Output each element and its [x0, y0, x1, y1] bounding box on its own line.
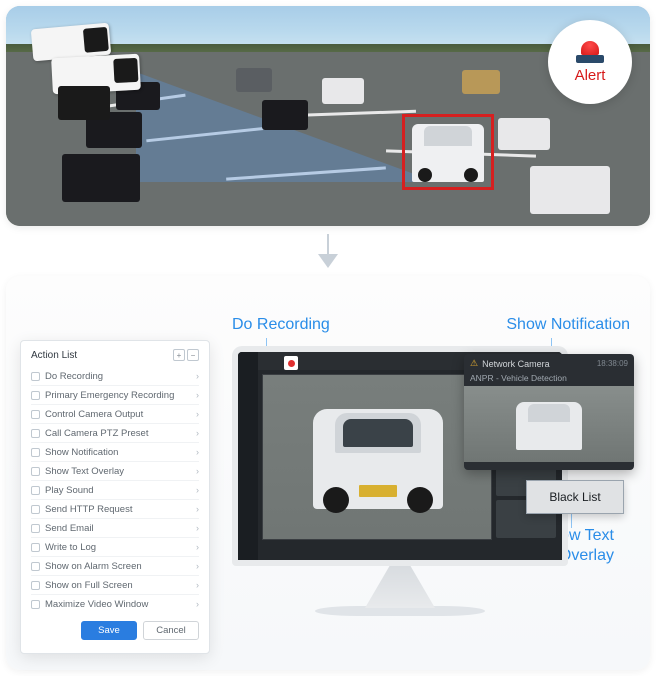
chevron-right-icon: › — [196, 447, 199, 457]
checkbox[interactable] — [31, 429, 40, 438]
vehicle — [530, 166, 610, 214]
add-action-button[interactable]: + — [173, 349, 185, 361]
cancel-button[interactable]: Cancel — [143, 621, 199, 640]
action-list-title: Action List — [31, 350, 77, 361]
action-item-label: Call Camera PTZ Preset — [45, 428, 196, 439]
chevron-right-icon: › — [196, 428, 199, 438]
vehicle — [236, 68, 272, 92]
save-button[interactable]: Save — [81, 621, 137, 640]
lens-icon — [113, 58, 138, 83]
action-list-dialog: Action List + − Do Recording›Primary Eme… — [20, 340, 210, 654]
checkbox[interactable] — [31, 372, 40, 381]
highway-detection-scene: Alert — [6, 6, 650, 226]
action-item-label: Do Recording — [45, 371, 196, 382]
action-list-item[interactable]: Write to Log› — [31, 538, 199, 557]
record-icon — [288, 360, 295, 367]
action-list-item[interactable]: Primary Emergency Recording› — [31, 386, 199, 405]
notification-time: 18:38:09 — [597, 359, 628, 368]
notification-popup[interactable]: ⚠ Network Camera 18:38:09 ANPR - Vehicle… — [464, 354, 634, 470]
action-item-label: Show Notification — [45, 447, 196, 458]
monitor-stand — [365, 566, 435, 608]
notification-title: Network Camera — [482, 359, 550, 369]
record-button[interactable] — [284, 356, 298, 370]
action-list-header: Action List + − — [31, 349, 199, 361]
action-list-item[interactable]: Do Recording› — [31, 367, 199, 386]
chevron-right-icon: › — [196, 466, 199, 476]
alert-badge: Alert — [548, 20, 632, 104]
chevron-right-icon: › — [196, 485, 199, 495]
action-list-item[interactable]: Show Text Overlay› — [31, 462, 199, 481]
remove-action-button[interactable]: − — [187, 349, 199, 361]
vehicle — [462, 70, 500, 94]
alarm-actions-scene: Do Recording Show Notification Show Text… — [6, 276, 650, 670]
checkbox[interactable] — [31, 600, 40, 609]
action-item-label: Play Sound — [45, 485, 196, 496]
action-list-item[interactable]: Send Email› — [31, 519, 199, 538]
callout-leader — [571, 514, 572, 528]
text-overlay-badge: Black List — [526, 480, 624, 514]
snapshot-vehicle — [516, 402, 582, 450]
checkbox[interactable] — [31, 391, 40, 400]
license-plate — [359, 485, 397, 497]
action-list-item[interactable]: Show on Full Screen› — [31, 576, 199, 595]
chevron-right-icon: › — [196, 523, 199, 533]
action-item-label: Show on Full Screen — [45, 580, 196, 591]
chevron-right-icon: › — [196, 542, 199, 552]
action-item-label: Send Email — [45, 523, 196, 534]
action-list-item[interactable]: Maximize Video Window› — [31, 595, 199, 613]
black-list-label: Black List — [549, 490, 600, 504]
chevron-right-icon: › — [196, 561, 199, 571]
anpr-cameras — [14, 14, 164, 124]
app-sidebar — [238, 352, 258, 560]
checkbox[interactable] — [31, 448, 40, 457]
checkbox[interactable] — [31, 410, 40, 419]
checkbox[interactable] — [31, 467, 40, 476]
checkbox[interactable] — [31, 486, 40, 495]
chevron-right-icon: › — [196, 371, 199, 381]
lens-icon — [83, 27, 109, 53]
chevron-right-icon: › — [196, 390, 199, 400]
live-video-tile[interactable] — [262, 374, 492, 540]
action-item-label: Show Text Overlay — [45, 466, 196, 477]
action-list-item[interactable]: Show Notification› — [31, 443, 199, 462]
checkbox[interactable] — [31, 505, 40, 514]
alert-label: Alert — [575, 67, 606, 84]
action-item-label: Primary Emergency Recording — [45, 390, 196, 401]
action-item-label: Send HTTP Request — [45, 504, 196, 515]
action-item-label: Control Camera Output — [45, 409, 196, 420]
notification-snapshot — [464, 386, 634, 462]
action-list-item[interactable]: Show on Alarm Screen› — [31, 557, 199, 576]
vehicle — [498, 118, 550, 150]
siren-icon — [576, 41, 604, 63]
vehicle — [262, 100, 308, 130]
chevron-right-icon: › — [196, 504, 199, 514]
checkbox[interactable] — [31, 562, 40, 571]
callout-show-notification: Show Notification — [506, 316, 630, 334]
checkbox[interactable] — [31, 581, 40, 590]
warning-icon: ⚠ — [470, 358, 478, 369]
checkbox[interactable] — [31, 524, 40, 533]
vehicle-in-video — [313, 409, 443, 509]
chevron-right-icon: › — [196, 409, 199, 419]
action-list-item[interactable]: Play Sound› — [31, 481, 199, 500]
action-list-item[interactable]: Send HTTP Request› — [31, 500, 199, 519]
action-list-item[interactable]: Call Camera PTZ Preset› — [31, 424, 199, 443]
chevron-right-icon: › — [196, 599, 199, 609]
chevron-right-icon: › — [196, 580, 199, 590]
flow-arrow-icon — [316, 234, 340, 268]
callout-do-recording: Do Recording — [232, 316, 330, 334]
vehicle — [62, 154, 140, 202]
ir-spotlight — [58, 86, 110, 120]
action-item-label: Show on Alarm Screen — [45, 561, 196, 572]
checkbox[interactable] — [31, 543, 40, 552]
action-list-item[interactable]: Control Camera Output› — [31, 405, 199, 424]
detection-bounding-box — [402, 114, 494, 190]
action-item-label: Write to Log — [45, 542, 196, 553]
vehicle — [322, 78, 364, 104]
notification-subtitle: ANPR - Vehicle Detection — [464, 373, 634, 386]
action-item-label: Maximize Video Window — [45, 599, 196, 610]
